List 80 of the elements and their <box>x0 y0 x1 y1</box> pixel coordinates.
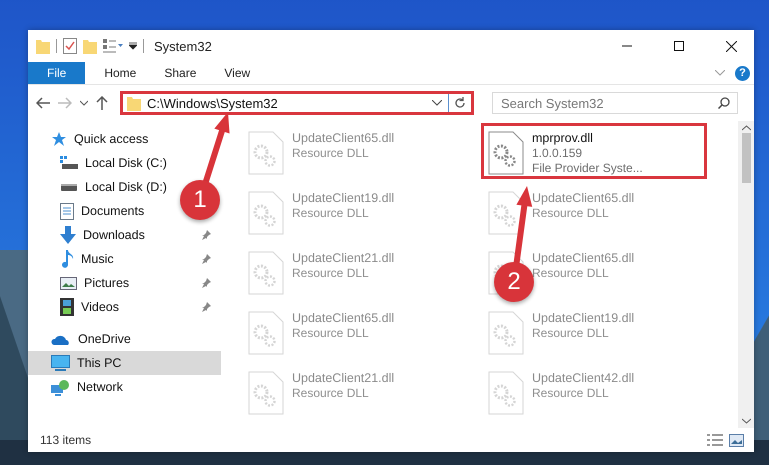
ribbon-tab[interactable]: Home <box>93 62 148 84</box>
file-detail: Resource DLL <box>532 386 610 400</box>
sidebar-item[interactable]: Local Disk (D:) <box>60 175 167 199</box>
properties-icon[interactable] <box>103 39 123 53</box>
scroll-down-icon[interactable] <box>742 418 750 424</box>
window-title: System32 <box>154 38 213 54</box>
help-button[interactable]: ? <box>735 66 750 80</box>
file-detail: Resource DLL <box>292 326 370 340</box>
pin-icon[interactable] <box>201 278 211 288</box>
dll-file-icon <box>488 371 524 415</box>
up-button[interactable] <box>96 96 108 110</box>
file-detail: File Provider Syste... <box>532 161 643 175</box>
dll-file-icon <box>248 371 284 415</box>
large-icons-view-icon[interactable] <box>729 434 744 446</box>
back-button[interactable] <box>36 97 50 109</box>
dll-file-icon <box>248 311 284 355</box>
address-field[interactable]: C:\Windows\System32 <box>120 91 474 115</box>
scrollbar-thumb[interactable] <box>742 133 750 183</box>
document-icon <box>60 202 74 220</box>
sidebar-item[interactable]: Quick access <box>51 127 148 151</box>
forward-arrow-icon <box>58 97 72 109</box>
computer-icon <box>51 355 70 371</box>
sidebar-item[interactable]: Downloads <box>60 223 145 247</box>
recent-locations-button[interactable] <box>80 100 88 106</box>
ribbon-tab[interactable]: View <box>213 62 262 84</box>
file-detail: Resource DLL <box>532 206 610 220</box>
expand-ribbon-icon[interactable] <box>715 70 725 76</box>
file-detail: Resource DLL <box>532 266 610 280</box>
film-icon <box>60 298 74 316</box>
star-icon <box>51 131 67 147</box>
sidebar-item[interactable]: Documents <box>60 199 144 223</box>
sidebar-item[interactable]: Local Disk (C:) <box>60 151 167 175</box>
item-count: 113 items <box>40 433 92 447</box>
drive-icon <box>60 156 78 170</box>
new-folder-icon <box>83 38 97 54</box>
sidebar-item[interactable]: OneDrive <box>51 327 131 351</box>
dll-file-icon <box>488 311 524 355</box>
refresh-icon <box>454 97 466 109</box>
scroll-up-icon[interactable] <box>742 125 750 131</box>
chevron-icon[interactable] <box>432 100 442 106</box>
file-name[interactable]: mprprov.dll <box>532 131 643 145</box>
folder-icon <box>127 95 141 111</box>
search-field[interactable]: Search System32 <box>492 92 738 114</box>
search-icon[interactable] <box>718 97 730 109</box>
pin-icon[interactable] <box>201 230 211 240</box>
back-arrow-icon <box>36 97 50 109</box>
file-detail: Resource DLL <box>292 266 370 280</box>
caret-icon <box>80 100 88 106</box>
network-icon <box>51 378 70 396</box>
ribbon-tab[interactable]: Share <box>153 62 208 84</box>
pin-icon[interactable] <box>201 254 211 264</box>
dll-file-icon <box>248 191 284 235</box>
sidebar-item[interactable]: Pictures <box>60 271 130 295</box>
music-note-icon <box>60 250 74 268</box>
up-arrow-icon <box>96 96 108 110</box>
pin-icon[interactable] <box>201 302 211 312</box>
cloud-icon <box>51 333 71 345</box>
sidebar-item[interactable]: This PC <box>51 351 122 375</box>
folder-icon <box>36 38 50 54</box>
ribbon-tab[interactable]: File <box>28 62 86 84</box>
scrollbar[interactable] <box>738 121 754 428</box>
dll-file-icon <box>248 131 284 175</box>
checklist-icon[interactable] <box>63 38 77 54</box>
file-detail: Resource DLL <box>292 146 370 160</box>
file-detail: Resource DLL <box>532 326 610 340</box>
details-view-icon[interactable] <box>707 434 723 446</box>
download-icon <box>60 226 76 244</box>
dll-file-icon <box>248 251 284 295</box>
sidebar-item[interactable]: Music <box>60 247 114 271</box>
file-detail: Resource DLL <box>292 206 370 220</box>
drive-icon <box>60 182 78 192</box>
maximize-icon <box>674 41 684 51</box>
file-detail: 1.0.0.159 <box>532 146 584 160</box>
dropdown-icon[interactable] <box>129 42 137 50</box>
dll-file-icon <box>488 131 524 175</box>
sidebar-item[interactable]: Network <box>51 375 123 399</box>
picture-icon <box>60 276 77 290</box>
close-icon <box>726 40 736 52</box>
file-detail: Resource DLL <box>292 386 370 400</box>
sidebar-item[interactable]: Videos <box>60 295 119 319</box>
